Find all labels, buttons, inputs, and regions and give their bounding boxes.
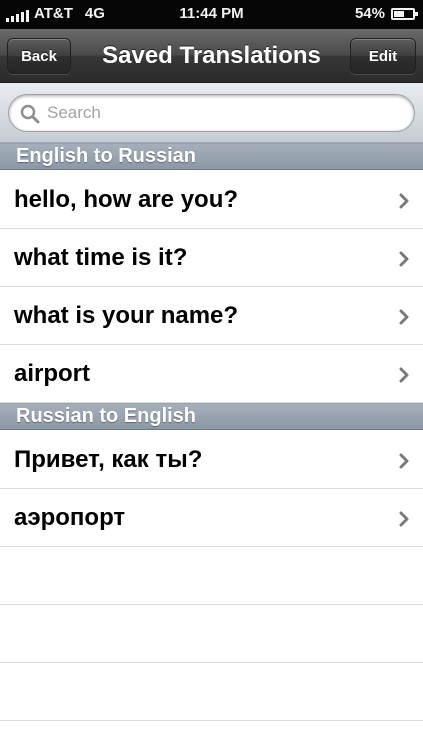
chevron-right-icon — [399, 309, 409, 325]
chevron-right-icon — [399, 453, 409, 469]
battery-icon — [391, 7, 418, 20]
list-item-label: аэропорт — [14, 504, 126, 531]
section-header-russian-to-english: Russian to English — [0, 403, 423, 430]
empty-row — [0, 663, 423, 721]
empty-row — [0, 605, 423, 663]
section-header-english-to-russian: English to Russian — [0, 143, 423, 170]
list-item[interactable]: what is your name? — [0, 287, 423, 345]
list-item[interactable]: what time is it? — [0, 229, 423, 287]
search-input[interactable] — [47, 101, 397, 125]
list-item[interactable]: airport — [0, 345, 423, 403]
list-item-label: hello, how are you? — [14, 186, 239, 213]
edit-button[interactable]: Edit — [350, 38, 416, 74]
chevron-right-icon — [399, 511, 409, 527]
battery-percent: 54% — [354, 5, 385, 22]
chevron-right-icon — [399, 193, 409, 209]
empty-row — [0, 547, 423, 605]
chevron-right-icon — [399, 251, 409, 267]
navigation-bar: Back Saved Translations Edit — [0, 29, 423, 83]
search-field[interactable] — [8, 94, 415, 132]
status-bar: AT&T 4G 11:44 PM 54% — [0, 0, 423, 29]
status-right: 54% — [354, 5, 418, 22]
search-bar — [0, 83, 423, 143]
list-item[interactable]: Привет, как ты? — [0, 431, 423, 489]
list-item-label: what is your name? — [14, 302, 239, 329]
list-item-label: what time is it? — [14, 244, 188, 271]
list-item[interactable]: hello, how are you? — [0, 171, 423, 229]
chevron-right-icon — [399, 367, 409, 383]
search-icon — [20, 104, 40, 124]
battery-fill — [394, 10, 404, 17]
list-item[interactable]: аэропорт — [0, 489, 423, 547]
list-item-label: Привет, как ты? — [14, 446, 203, 473]
list-item-label: airport — [14, 360, 91, 387]
